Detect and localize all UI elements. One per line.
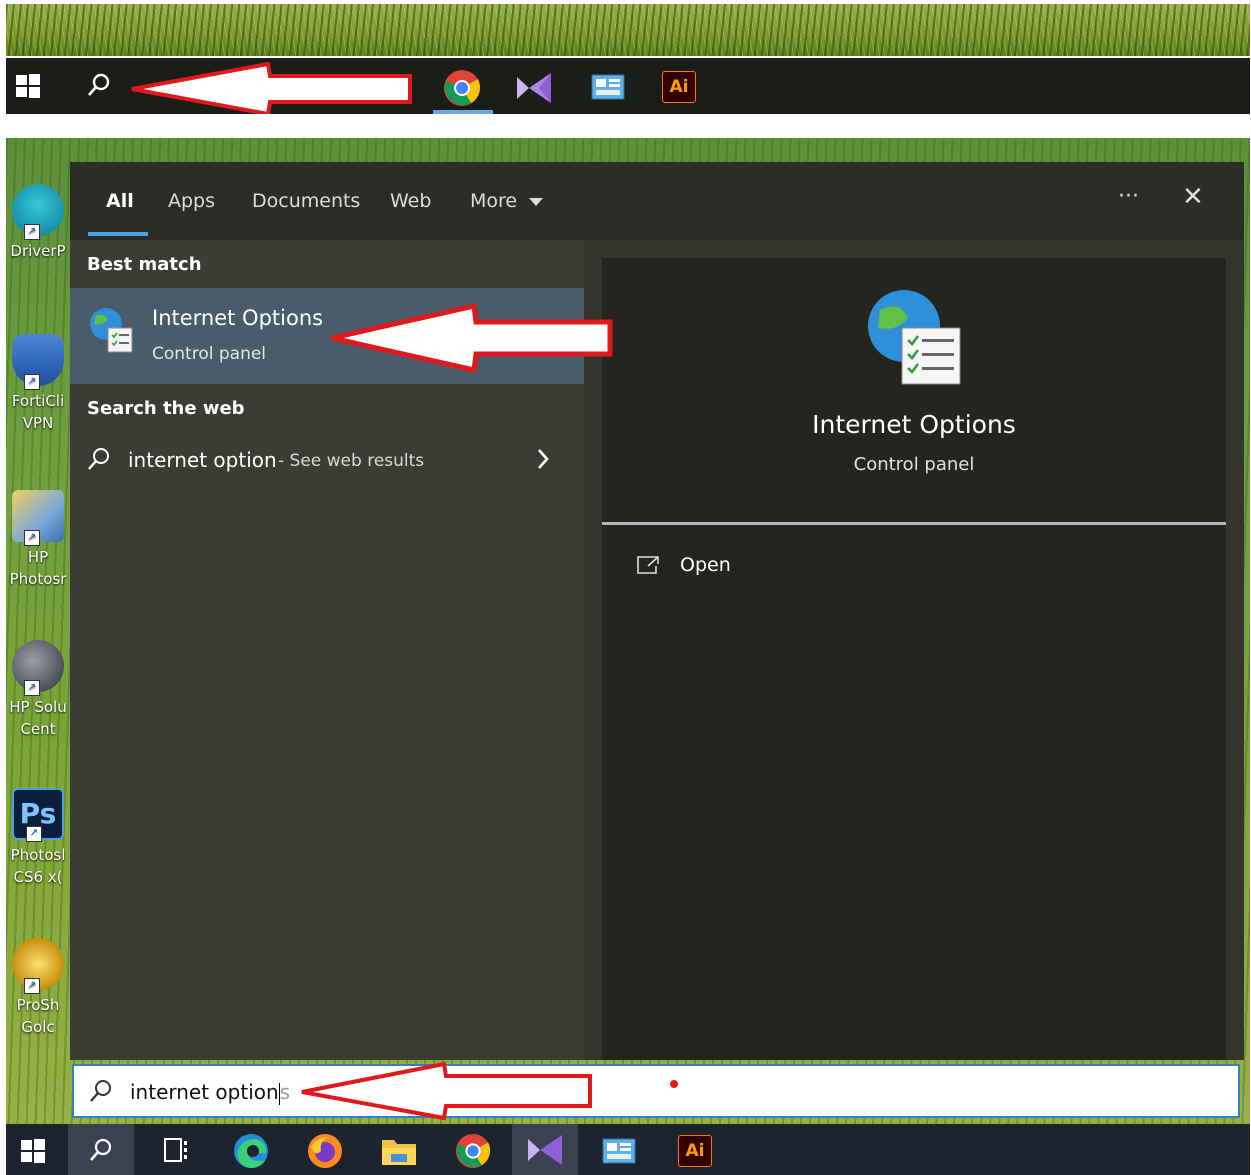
file-explorer-icon[interactable] xyxy=(380,1134,418,1168)
hp-logo-icon: ↗ xyxy=(12,640,64,696)
desktop-wallpaper xyxy=(6,4,1250,56)
close-button[interactable]: ✕ xyxy=(1182,182,1204,212)
best-match-heading: Best match xyxy=(87,254,202,275)
desktop-icon-forticlient[interactable]: ↗ FortiCli VPN xyxy=(6,334,70,434)
desktop-icon-hp-solution-center[interactable]: ↗ HP Solu Cent xyxy=(6,640,70,740)
open-label: Open xyxy=(680,554,731,576)
edge-icon[interactable] xyxy=(232,1132,270,1170)
annotation-arrow xyxy=(131,62,412,114)
web-results-suffix: - See web results xyxy=(278,451,425,471)
forticlient-shield-icon: ↗ xyxy=(12,334,64,390)
taskbar: Ai xyxy=(6,1124,1250,1175)
chrome-icon[interactable] xyxy=(442,68,482,108)
active-app-indicator xyxy=(433,110,493,114)
illustrator-icon[interactable]: Ai xyxy=(662,71,696,103)
desktop-icon-label: HP Photosr xyxy=(9,548,67,588)
preview-pane: Internet Options Control panel Open xyxy=(602,258,1226,1060)
visual-studio-icon xyxy=(528,1134,562,1165)
red-dot-marker xyxy=(670,1080,678,1088)
control-panel-icon[interactable] xyxy=(602,1136,636,1166)
desktop-icon-proshow-gold[interactable]: ↗ ProSh Golc xyxy=(6,938,70,1038)
shortcut-arrow-icon: ↗ xyxy=(24,374,40,390)
hp-photosmart-icon: ↗ xyxy=(12,490,64,546)
internet-options-large-icon xyxy=(864,288,964,388)
search-icon[interactable] xyxy=(84,70,114,100)
search-button[interactable] xyxy=(68,1124,134,1175)
desktop-icon-label: Photosl CS6 x( xyxy=(10,846,66,886)
shortcut-arrow-icon: ↗ xyxy=(26,826,42,842)
open-icon xyxy=(637,556,659,574)
search-icon xyxy=(90,1138,112,1161)
search-web-heading: Search the web xyxy=(87,398,245,419)
visual-studio-button[interactable] xyxy=(512,1124,578,1175)
chevron-right-icon xyxy=(538,449,549,469)
desktop-icon-label: HP Solu Cent xyxy=(9,698,67,738)
search-filter-bar: All Apps Documents Web More ··· ✕ xyxy=(70,162,1244,240)
web-query-text: internet option xyxy=(128,448,277,472)
search-icon xyxy=(90,1080,111,1102)
desktop-icon-label: DriverP xyxy=(10,242,66,260)
best-match-subtitle: Control panel xyxy=(152,344,267,364)
tab-documents[interactable]: Documents xyxy=(252,190,360,212)
desktop-icon-driverpack[interactable]: ↗ DriverP xyxy=(6,184,70,262)
desktop-icon-photoshop[interactable]: Ps ↗ Photosl CS6 x( xyxy=(6,788,70,888)
web-search-result[interactable]: internet option - See web results xyxy=(70,436,584,484)
desktop-icon-label: FortiCli VPN xyxy=(11,392,65,432)
illustrator-icon[interactable]: Ai xyxy=(678,1135,712,1167)
search-typed-text: internet option xyxy=(130,1080,279,1104)
annotation-arrow xyxy=(331,302,613,374)
best-match-title: Internet Options xyxy=(152,306,324,330)
shortcut-arrow-icon: ↗ xyxy=(24,224,40,240)
search-icon xyxy=(88,448,109,470)
tab-more[interactable]: More xyxy=(470,190,544,212)
driverpack-icon: ↗ xyxy=(12,184,64,240)
tab-web[interactable]: Web xyxy=(390,190,431,212)
windows-start-icon[interactable] xyxy=(14,72,42,100)
task-view-icon[interactable] xyxy=(162,1136,190,1164)
open-action[interactable]: Open xyxy=(636,550,836,586)
windows-search-panel: All Apps Documents Web More ··· ✕ Best m… xyxy=(70,162,1244,1060)
photoshop-icon: Ps ↗ xyxy=(12,788,64,842)
preview-subtitle: Control panel xyxy=(853,454,975,475)
search-input[interactable]: internet options xyxy=(130,1080,290,1105)
preview-divider xyxy=(602,522,1226,525)
illustrator-icon-label: Ai xyxy=(685,1141,705,1161)
windows-start-icon[interactable] xyxy=(20,1138,46,1164)
search-autocomplete-suggestion: s xyxy=(279,1080,291,1104)
visual-studio-icon[interactable] xyxy=(514,68,554,108)
chevron-down-icon xyxy=(529,198,544,206)
chrome-icon[interactable] xyxy=(454,1132,492,1170)
active-tab-indicator xyxy=(88,232,148,236)
control-panel-icon[interactable] xyxy=(590,70,626,104)
tab-apps[interactable]: Apps xyxy=(168,190,215,212)
annotation-arrow xyxy=(301,1061,592,1121)
tab-all[interactable]: All xyxy=(106,190,134,212)
desktop-icon-hp-photosmart[interactable]: ↗ HP Photosr xyxy=(6,490,70,590)
firefox-icon[interactable] xyxy=(306,1132,344,1170)
shortcut-arrow-icon: ↗ xyxy=(24,680,40,696)
taskbar: Ai xyxy=(6,58,1250,114)
search-box[interactable]: internet options xyxy=(72,1061,1240,1121)
preview-title: Internet Options xyxy=(812,410,1016,439)
shortcut-arrow-icon: ↗ xyxy=(24,978,40,994)
desktop-header-strip xyxy=(6,138,1250,148)
desktop-icon-label: ProSh Golc xyxy=(16,996,60,1036)
illustrator-icon-label: Ai xyxy=(669,77,689,97)
top-screenshot-strip: Ai xyxy=(6,4,1250,114)
shortcut-arrow-icon: ↗ xyxy=(24,530,40,546)
internet-options-icon xyxy=(86,306,136,356)
more-options-button[interactable]: ··· xyxy=(1118,184,1139,209)
tab-more-label: More xyxy=(470,190,518,212)
proshow-gold-icon: ↗ xyxy=(12,938,64,994)
